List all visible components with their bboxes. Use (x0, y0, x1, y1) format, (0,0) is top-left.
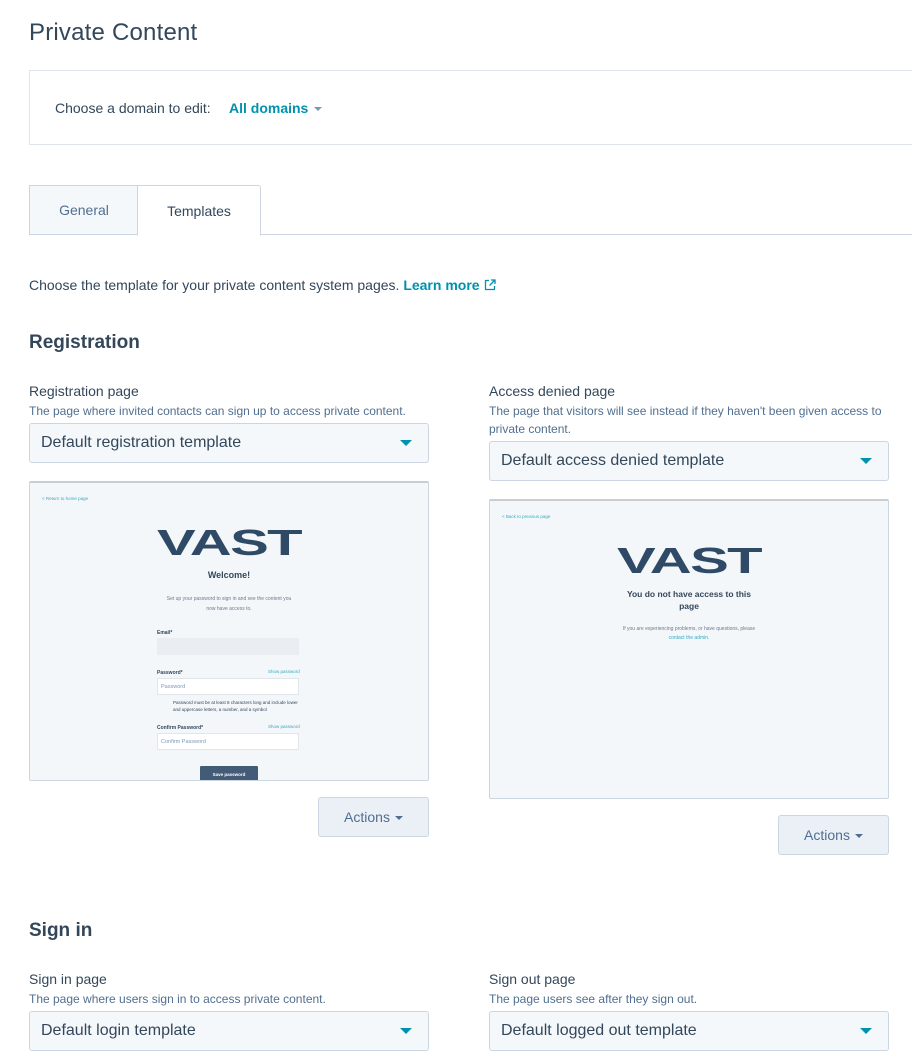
vast-logo: VAST (157, 528, 302, 558)
intro-description: Choose the template for your private con… (29, 277, 400, 293)
field-label: Registration page (29, 383, 139, 399)
preview-back-link: < Return to home page (42, 496, 89, 501)
domain-chooser-card: Choose a domain to edit: All domains (29, 70, 912, 145)
access-denied-template-select[interactable]: Default access denied template (489, 441, 889, 481)
sign-in-template-select[interactable]: Default login template (29, 1011, 429, 1051)
field-label: Access denied page (489, 383, 616, 399)
access-denied-template-preview: < Back to previous page VAST You do not … (489, 499, 889, 799)
preview-text-2: now have access to. (206, 606, 252, 612)
external-link-icon (484, 279, 496, 291)
domain-dropdown[interactable]: All domains (229, 100, 323, 116)
field-help: The page that visitors will see instead … (489, 404, 882, 436)
preview-contact-link: contact the admin. (668, 635, 710, 641)
registration-actions-button[interactable]: Actions (318, 797, 429, 837)
field-label: Sign out page (489, 971, 576, 987)
domain-label: Choose a domain to edit: (55, 100, 211, 116)
caret-down-icon (860, 1028, 872, 1034)
preview-show-password: Show password (268, 669, 300, 674)
preview-back-link: < Back to previous page (502, 514, 551, 519)
caret-down-icon (394, 816, 403, 820)
tab-bar: General Templates (29, 185, 912, 236)
caret-down-icon (400, 1028, 412, 1034)
preview-show-password-2: Show password (268, 724, 300, 729)
sign-out-page-field: Sign out page The page users see after t… (489, 970, 889, 1051)
section-title-sign-in: Sign in (29, 920, 93, 941)
field-label: Sign in page (29, 971, 107, 987)
registration-template-preview: < Return to home page VAST Welcome! Set … (29, 481, 429, 781)
intro-text: Choose the template for your private con… (29, 277, 496, 293)
preview-password-label: Password* (157, 670, 183, 676)
access-denied-page-field: Access denied page The page that visitor… (489, 382, 889, 481)
select-value: Default access denied template (501, 452, 725, 469)
caret-down-icon (400, 440, 412, 446)
vast-logo: VAST (617, 546, 762, 576)
preview-password-input: Password (157, 678, 299, 695)
caret-down-icon (854, 834, 863, 838)
preview-email-label: Email* (157, 630, 173, 636)
learn-more-label: Learn more (403, 277, 480, 293)
registration-page-field: Registration page The page where invited… (29, 382, 429, 463)
select-value: Default logged out template (501, 1022, 697, 1039)
field-help: The page where users sign in to access p… (29, 992, 326, 1006)
section-title-registration: Registration (29, 332, 140, 353)
tab-general[interactable]: General (29, 185, 138, 235)
preview-confirm-label: Confirm Password* (157, 725, 204, 731)
actions-label: Actions (344, 809, 390, 825)
domain-dropdown-value: All domains (229, 100, 309, 116)
registration-template-select[interactable]: Default registration template (29, 423, 429, 463)
access-denied-actions-button[interactable]: Actions (778, 815, 889, 855)
preview-email-input (157, 638, 299, 655)
chevron-down-icon (314, 107, 323, 111)
field-help: The page users see after they sign out. (489, 992, 698, 1006)
preview-heading: You do not have access to this page (626, 589, 752, 611)
preview-heading: Welcome! (207, 570, 251, 580)
sign-out-template-select[interactable]: Default logged out template (489, 1011, 889, 1051)
preview-password-note: Password must be at least 8 characters l… (173, 700, 298, 712)
caret-down-icon (860, 458, 872, 464)
tab-templates[interactable]: Templates (137, 185, 261, 236)
select-value: Default registration template (41, 434, 242, 451)
actions-label: Actions (804, 827, 850, 843)
sign-in-page-field: Sign in page The page where users sign i… (29, 970, 429, 1051)
vast-logo-text: VAST (617, 546, 762, 576)
learn-more-link[interactable]: Learn more (403, 277, 496, 293)
preview-text-1: Set up your password to sign in and see … (166, 596, 292, 602)
page-title: Private Content (29, 19, 198, 46)
field-help: The page where invited contacts can sign… (29, 404, 406, 418)
vast-logo-text: VAST (157, 528, 302, 558)
preview-save-button: Save password (200, 766, 258, 780)
preview-confirm-input: Confirm Password (157, 733, 299, 750)
select-value: Default login template (41, 1022, 196, 1039)
